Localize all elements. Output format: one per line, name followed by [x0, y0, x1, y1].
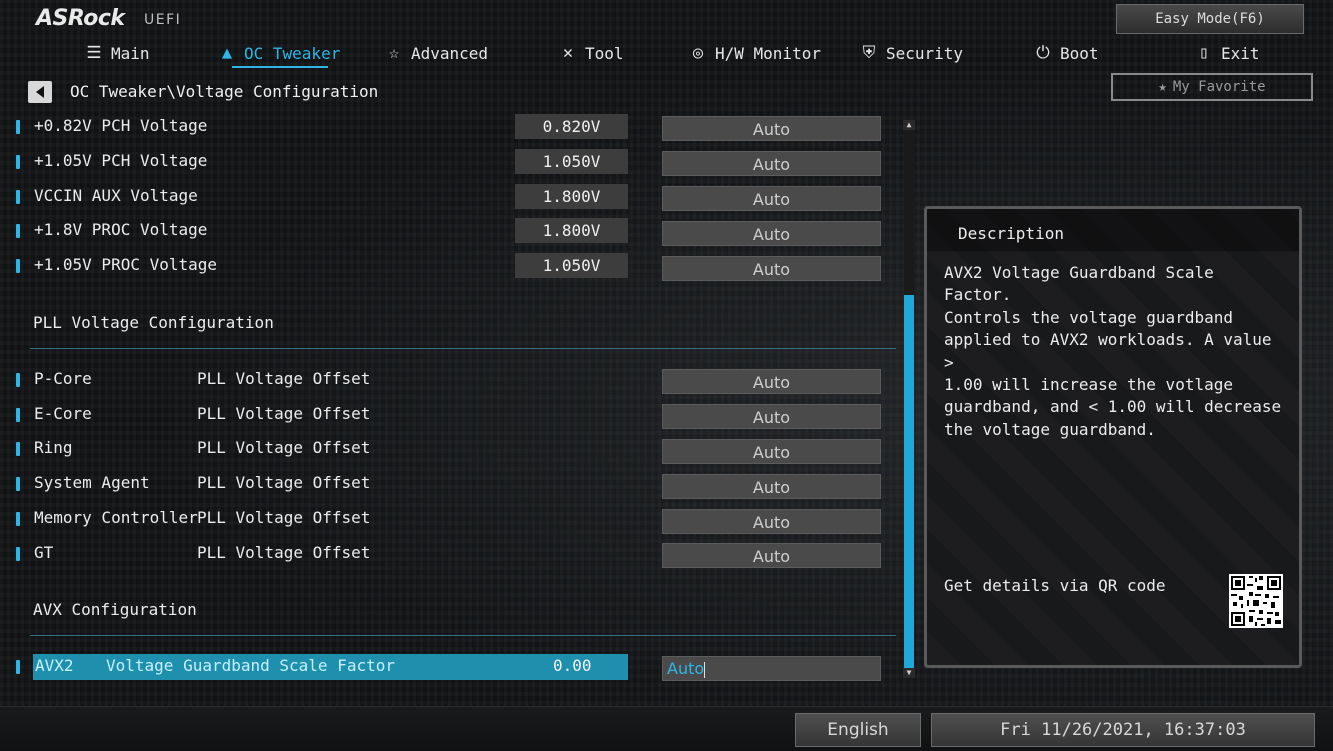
- power-icon: ⏻: [1036, 43, 1050, 63]
- exit-icon: ▯: [1198, 43, 1210, 63]
- row-marker: [16, 155, 20, 169]
- scroll-down-arrow[interactable]: ▼: [903, 668, 915, 678]
- setting-sublabel: PLL Voltage Offset: [197, 473, 371, 492]
- qr-label: Get details via QR code: [944, 576, 1166, 595]
- easy-mode-button[interactable]: Easy Mode(F6): [1116, 4, 1304, 34]
- setting-label: +1.05V PCH Voltage: [34, 151, 208, 170]
- tab-security-label: Security: [886, 43, 964, 63]
- setting-option[interactable]: Auto: [662, 186, 881, 211]
- row-marker: [16, 477, 20, 491]
- section-title: AVX Configuration: [33, 600, 197, 619]
- setting-label: Ring: [34, 438, 73, 457]
- tab-boot-label: Boot: [1060, 43, 1099, 63]
- voltage-value: 0.820V: [515, 114, 628, 139]
- setting-option[interactable]: Auto: [662, 256, 881, 281]
- setting-label: +1.05V PROC Voltage: [34, 255, 218, 274]
- tab-security[interactable]: ⛨ Security: [859, 40, 963, 66]
- setting-label: VCCIN AUX Voltage: [34, 186, 198, 205]
- asrock-logo: ASRock: [36, 6, 125, 31]
- row-marker: [16, 120, 20, 134]
- section-title: PLL Voltage Configuration: [33, 313, 274, 332]
- row-marker: [16, 259, 20, 273]
- setting-option[interactable]: Auto: [662, 151, 881, 176]
- back-button[interactable]: [28, 81, 52, 103]
- star-icon: ☆: [388, 43, 400, 63]
- row-marker: [16, 512, 20, 526]
- voltage-value: 1.050V: [515, 149, 628, 174]
- setting-label: Memory Controller: [34, 508, 198, 527]
- description-text: AVX2 Voltage Guardband Scale Factor. Con…: [944, 263, 1282, 439]
- row-marker: [16, 373, 20, 387]
- language-button[interactable]: English: [795, 713, 921, 747]
- selected-row-label: AVX2: [35, 656, 74, 675]
- selected-row-value: 0.00: [553, 656, 592, 675]
- uefi-label: UEFI: [144, 12, 182, 28]
- qr-code: [1229, 574, 1283, 628]
- list-icon: ☰: [86, 43, 102, 63]
- setting-option[interactable]: Auto: [662, 404, 881, 429]
- text-caret: [704, 661, 706, 678]
- tab-boot[interactable]: ⏻ Boot: [1033, 40, 1099, 66]
- section-divider: [30, 348, 896, 349]
- scale-factor-input[interactable]: Auto: [662, 656, 881, 681]
- setting-sublabel: PLL Voltage Offset: [197, 369, 371, 388]
- description-title: Description: [958, 224, 1064, 243]
- tab-exit[interactable]: ▯ Exit: [1194, 40, 1260, 66]
- voltage-value: 1.800V: [515, 184, 628, 209]
- tab-main[interactable]: ☰ Main: [84, 40, 150, 66]
- tab-oc-tweaker-label: OC Tweaker: [244, 43, 341, 63]
- section-divider: [30, 635, 896, 636]
- datetime-display: Fri 11/26/2021, 16:37:03: [931, 713, 1315, 747]
- setting-sublabel: PLL Voltage Offset: [197, 438, 371, 457]
- setting-option[interactable]: Auto: [662, 543, 881, 568]
- setting-option[interactable]: Auto: [662, 509, 881, 534]
- selected-row-label: Voltage Guardband Scale Factor: [106, 656, 395, 675]
- setting-sublabel: PLL Voltage Offset: [197, 543, 371, 562]
- setting-option[interactable]: Auto: [662, 474, 881, 499]
- tab-advanced[interactable]: ☆ Advanced: [384, 40, 488, 66]
- tab-hw-monitor-label: H/W Monitor: [715, 43, 821, 63]
- tab-advanced-label: Advanced: [411, 43, 489, 63]
- breadcrumb: OC Tweaker\Voltage Configuration: [70, 82, 379, 101]
- setting-option[interactable]: Auto: [662, 369, 881, 394]
- setting-option[interactable]: Auto: [662, 221, 881, 246]
- star-icon: ★: [1158, 79, 1167, 95]
- setting-option[interactable]: Auto: [662, 116, 881, 141]
- row-marker: [16, 547, 20, 561]
- setting-option[interactable]: Auto: [662, 439, 881, 464]
- setting-label: +1.8V PROC Voltage: [34, 220, 208, 239]
- setting-label: +0.82V PCH Voltage: [34, 116, 208, 135]
- setting-label: E-Core: [34, 404, 92, 423]
- tab-tool-label: Tool: [585, 43, 624, 63]
- active-tab-underline: [232, 66, 328, 68]
- scrollbar-thumb[interactable]: [904, 295, 914, 668]
- my-favorite-label: My Favorite: [1172, 79, 1266, 95]
- tab-exit-label: Exit: [1221, 43, 1260, 63]
- setting-sublabel: PLL Voltage Offset: [197, 508, 371, 527]
- scroll-up-arrow[interactable]: ▲: [903, 120, 915, 130]
- shield-icon: ⛨: [862, 43, 876, 63]
- setting-label: P-Core: [34, 369, 92, 388]
- row-marker: [16, 224, 20, 238]
- voltage-value: 1.800V: [515, 218, 628, 243]
- scale-factor-input-text: Auto: [667, 659, 705, 678]
- tab-tool[interactable]: ✕ Tool: [558, 40, 624, 66]
- tools-icon: ✕: [562, 43, 574, 63]
- my-favorite-button[interactable]: ★ My Favorite: [1111, 73, 1313, 101]
- qr-code-graphic: [1229, 574, 1283, 628]
- row-marker: [16, 408, 20, 422]
- row-marker: [16, 442, 20, 456]
- row-marker: [16, 660, 20, 674]
- setting-label: GT: [34, 543, 54, 562]
- row-marker: [16, 190, 20, 204]
- tab-oc-tweaker[interactable]: ▲ OC Tweaker: [217, 40, 340, 66]
- tab-hw-monitor[interactable]: ◎ H/W Monitor: [688, 40, 821, 66]
- monitor-icon: ◎: [692, 43, 704, 63]
- rocket-icon: ▲: [221, 43, 233, 63]
- setting-sublabel: PLL Voltage Offset: [197, 404, 371, 423]
- tab-main-label: Main: [111, 43, 150, 63]
- voltage-value: 1.050V: [515, 253, 628, 278]
- setting-label: System Agent: [34, 473, 150, 492]
